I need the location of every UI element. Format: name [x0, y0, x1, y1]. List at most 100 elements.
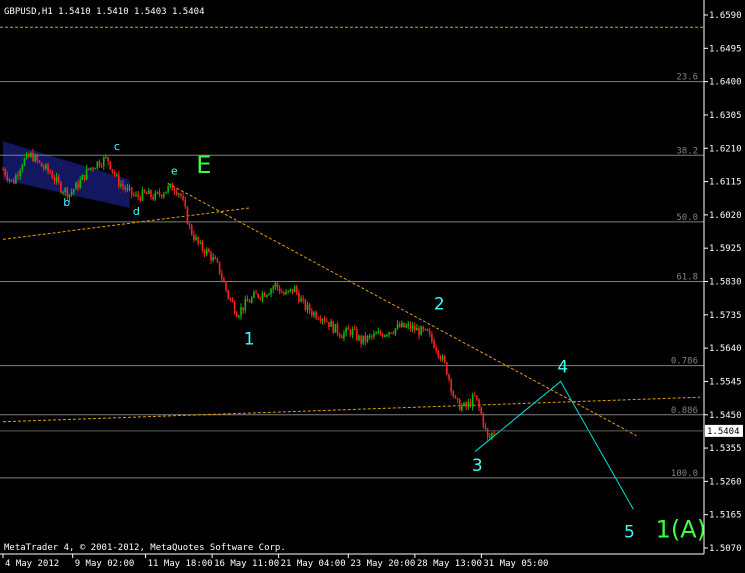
- candle-body: [321, 319, 324, 321]
- candle-body: [253, 292, 255, 298]
- candle-body: [158, 192, 161, 195]
- candle-body: [225, 282, 227, 291]
- price-tick-label: 1.6305: [709, 111, 742, 121]
- candle-body: [42, 166, 45, 169]
- wave-label: 4: [557, 358, 568, 378]
- candle-body: [437, 350, 440, 357]
- candle-body: [420, 326, 422, 336]
- candle-body: [298, 292, 300, 302]
- candle-body: [317, 318, 320, 320]
- candle-body: [364, 335, 367, 342]
- candle-body: [23, 158, 26, 166]
- candle-body: [229, 297, 232, 300]
- candle-body: [493, 433, 495, 435]
- candle-body: [356, 329, 358, 340]
- price-tick-label: 1.6020: [709, 211, 742, 221]
- candle-body: [274, 283, 277, 288]
- time-tick-label: 9 May 02:00: [75, 559, 135, 569]
- candle-body: [347, 327, 350, 331]
- candle-body: [336, 323, 339, 334]
- candle-body: [238, 315, 240, 317]
- price-tick-label: 1.5260: [709, 477, 742, 487]
- candle-body: [178, 193, 180, 195]
- candle-body: [55, 176, 58, 182]
- candle-body: [448, 374, 450, 380]
- candle-body: [441, 356, 444, 360]
- candle-body: [141, 189, 144, 201]
- candle-body: [128, 187, 131, 189]
- candle-body: [482, 413, 485, 427]
- candle-body: [426, 328, 429, 332]
- candle-body: [463, 402, 465, 406]
- candle-body: [244, 299, 247, 311]
- candle-body: [276, 283, 279, 288]
- candle-body: [349, 330, 352, 335]
- candle-body: [203, 250, 206, 255]
- candle-body: [409, 324, 412, 330]
- symbol-info-label: GBPUSD,H1 1.5410 1.5410 1.5403 1.5404: [4, 7, 204, 17]
- candle-body: [79, 179, 81, 189]
- candle-body: [390, 332, 392, 334]
- candle-body: [381, 334, 384, 337]
- time-tick-label: 23 May 20:00: [350, 559, 415, 569]
- candle-body: [248, 301, 251, 303]
- time-tick-label: 4 May 2012: [5, 559, 59, 569]
- candle-body: [75, 182, 77, 190]
- price-tick-label: 1.6495: [709, 44, 742, 54]
- candle-body: [40, 162, 43, 167]
- candle-body: [446, 362, 448, 375]
- candle-body: [280, 292, 283, 294]
- price-tick-label: 1.5545: [709, 377, 742, 387]
- candle-body: [465, 402, 467, 407]
- candle-body: [150, 190, 152, 197]
- candle-body: [328, 321, 330, 328]
- wave-label: c: [114, 140, 120, 153]
- candle-body: [19, 170, 21, 176]
- price-tick-label: 1.6590: [709, 11, 742, 21]
- candle-body: [218, 261, 221, 274]
- candle-body: [488, 436, 491, 438]
- fib-level-label: 50.0: [676, 213, 698, 223]
- candle-body: [2, 169, 4, 171]
- candle-body: [416, 327, 418, 331]
- candle-body: [386, 335, 388, 337]
- candle-body: [15, 175, 17, 184]
- fib-level-label: 23.6: [676, 73, 698, 83]
- candle-body: [240, 307, 242, 316]
- candle-body: [64, 188, 66, 193]
- candle-body: [454, 395, 457, 399]
- candle-body: [205, 249, 208, 255]
- price-tick-label: 1.5640: [709, 344, 742, 354]
- candle-body: [94, 168, 97, 170]
- candle-body: [160, 194, 163, 197]
- candle-body: [345, 327, 347, 333]
- candle-body: [332, 321, 335, 333]
- candle-body: [49, 171, 51, 174]
- candle-body: [17, 175, 19, 177]
- candle-body: [257, 293, 259, 298]
- candle-body: [484, 426, 487, 429]
- candle-body: [315, 312, 317, 319]
- candle-body: [255, 292, 257, 294]
- candle-body: [233, 302, 236, 314]
- price-chart[interactable]: 23.638.250.061.80.7860.886100.0 cbde E123…: [0, 0, 745, 573]
- candle-body: [100, 165, 103, 167]
- candle-body: [25, 153, 28, 159]
- candle-body: [392, 333, 395, 335]
- candle-body: [302, 298, 305, 300]
- candle-body: [193, 234, 195, 240]
- candle-body: [263, 292, 266, 297]
- chart-window: 23.6 38.2 50.0 61.8 0.786 0.886 100.0 cbdeE123…: [0, 0, 745, 573]
- candle-body: [210, 252, 212, 261]
- candle-body: [375, 333, 377, 335]
- price-tick-label: 1.6210: [709, 144, 742, 154]
- candle-body: [231, 299, 234, 303]
- candle-body: [388, 332, 390, 336]
- price-tick-label: 1.5450: [709, 411, 742, 421]
- candle-body: [77, 182, 79, 189]
- wave-label: d: [133, 205, 140, 218]
- candle-body: [424, 328, 427, 330]
- candle-body: [422, 326, 425, 330]
- candle-body: [27, 153, 30, 157]
- candle-body: [201, 242, 204, 251]
